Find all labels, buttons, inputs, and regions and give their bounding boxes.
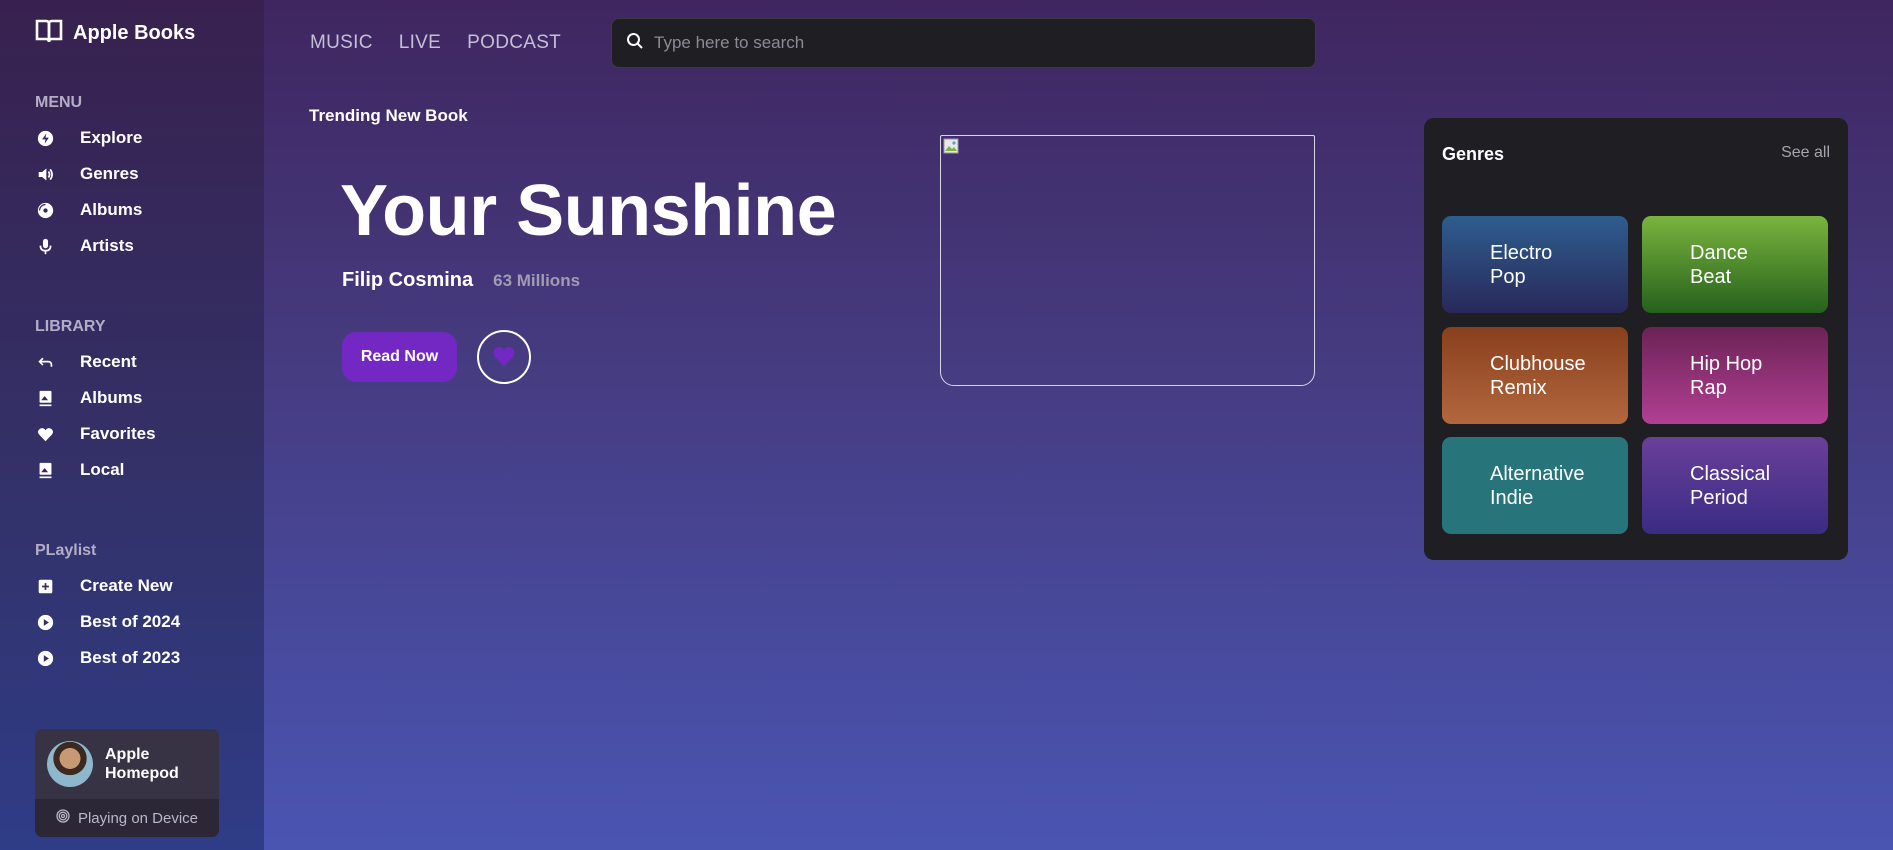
sidebar-item-label: Best of 2024 xyxy=(80,612,181,631)
heart-icon xyxy=(492,345,516,370)
playlist-list: Create New Best of 2024 Best of 2023 xyxy=(35,568,180,676)
genre-label: Hip Hop Rap xyxy=(1690,352,1763,399)
genre-card-dance-beat[interactable]: Dance Beat xyxy=(1642,216,1828,313)
genres-panel: Genres See all Electro Pop Dance Beat Cl… xyxy=(1424,118,1848,560)
library-list: Recent Albums Favorites Local xyxy=(35,344,156,488)
search-input[interactable] xyxy=(654,33,1294,53)
undo-arrow-icon xyxy=(35,352,55,372)
sidebar-item-create-new[interactable]: Create New xyxy=(35,568,180,604)
book-meta: Filip Cosmina 63 Millions xyxy=(342,269,580,292)
genre-label: Classical Period xyxy=(1690,462,1771,509)
genre-label: Clubhouse Remix xyxy=(1490,352,1586,399)
image-icon xyxy=(35,460,55,480)
library-section-title: LIBRARY xyxy=(35,318,106,335)
device-status-text: Playing on Device xyxy=(77,809,199,827)
sidebar-item-label: Albums xyxy=(80,388,143,407)
sidebar-item-artists[interactable]: Artists xyxy=(35,228,142,264)
sidebar-item-local[interactable]: Local xyxy=(35,452,156,488)
sidebar-item-label: Albums xyxy=(80,200,143,219)
play-circle-icon xyxy=(35,648,55,668)
sidebar-item-label: Artists xyxy=(80,236,134,255)
genre-card-clubhouse-remix[interactable]: Clubhouse Remix xyxy=(1442,327,1628,424)
broken-image-icon xyxy=(943,138,959,154)
sidebar-item-albums[interactable]: Albums xyxy=(35,192,142,228)
device-name: Apple Homepod xyxy=(105,746,179,782)
book-cover-image xyxy=(940,135,1315,386)
sidebar-item-explore[interactable]: Explore xyxy=(35,120,142,156)
plus-square-icon xyxy=(35,576,55,596)
sidebar-item-recent[interactable]: Recent xyxy=(35,344,156,380)
sidebar-item-label: Favorites xyxy=(80,424,156,443)
open-book-icon xyxy=(35,18,63,49)
heart-icon xyxy=(35,424,55,444)
explore-icon xyxy=(35,128,55,148)
book-readers: 63 Millions xyxy=(493,271,581,290)
trending-label: Trending New Book xyxy=(309,106,468,125)
sidebar-item-favorites[interactable]: Favorites xyxy=(35,416,156,452)
sidebar-item-label: Recent xyxy=(80,352,137,371)
tab-music[interactable]: MUSIC xyxy=(310,32,373,54)
tab-podcast[interactable]: PODCAST xyxy=(467,32,561,54)
broadcast-icon xyxy=(56,809,70,827)
album-icon xyxy=(35,388,55,408)
sidebar-item-label: Explore xyxy=(80,128,143,147)
speaker-icon xyxy=(35,164,55,184)
sidebar-item-label: Genres xyxy=(80,164,139,183)
play-circle-icon xyxy=(35,612,55,632)
genre-label: Dance Beat xyxy=(1690,241,1748,288)
device-status: Playing on Device xyxy=(35,799,219,837)
genre-label: Alternative Indie xyxy=(1490,462,1585,509)
sidebar-item-label: Create New xyxy=(80,576,173,595)
sidebar-item-label: Best of 2023 xyxy=(80,648,181,667)
menu-section-title: MENU xyxy=(35,94,83,111)
genre-card-alternative-indie[interactable]: Alternative Indie xyxy=(1442,437,1628,534)
playlist-section-title: PLaylist xyxy=(35,542,97,559)
device-card[interactable]: Apple Homepod Playing on Device xyxy=(35,729,219,837)
avatar xyxy=(47,741,93,787)
sidebar-item-best-2024[interactable]: Best of 2024 xyxy=(35,604,180,640)
genre-label: Electro Pop xyxy=(1490,241,1553,288)
app-title: Apple Books xyxy=(73,22,196,44)
sidebar-item-label: Local xyxy=(80,460,125,479)
microphone-icon xyxy=(35,236,55,256)
genre-card-hip-hop-rap[interactable]: Hip Hop Rap xyxy=(1642,327,1828,424)
sidebar-item-best-2023[interactable]: Best of 2023 xyxy=(35,640,180,676)
genre-card-electro-pop[interactable]: Electro Pop xyxy=(1442,216,1628,313)
genre-card-classical-period[interactable]: Classical Period xyxy=(1642,437,1828,534)
disc-icon xyxy=(35,200,55,220)
search-bar[interactable] xyxy=(611,18,1316,68)
sidebar-item-library-albums[interactable]: Albums xyxy=(35,380,156,416)
brand[interactable]: Apple Books xyxy=(35,18,195,49)
search-icon xyxy=(626,32,654,55)
read-now-button[interactable]: Read Now xyxy=(342,332,457,382)
menu-list: Explore Genres Albums Artists xyxy=(35,120,142,264)
book-author[interactable]: Filip Cosmina xyxy=(342,269,473,292)
top-nav: MUSIC LIVE PODCAST xyxy=(310,32,561,54)
favorite-button[interactable] xyxy=(477,330,531,384)
book-title: Your Sunshine xyxy=(340,171,837,251)
sidebar: Apple Books MENU Explore Genres Albums A xyxy=(0,0,264,850)
tab-live[interactable]: LIVE xyxy=(399,32,441,54)
device-info: Apple Homepod xyxy=(35,729,219,799)
genres-title: Genres xyxy=(1442,144,1505,164)
see-all-link[interactable]: See all xyxy=(1781,144,1830,162)
sidebar-item-genres[interactable]: Genres xyxy=(35,156,142,192)
